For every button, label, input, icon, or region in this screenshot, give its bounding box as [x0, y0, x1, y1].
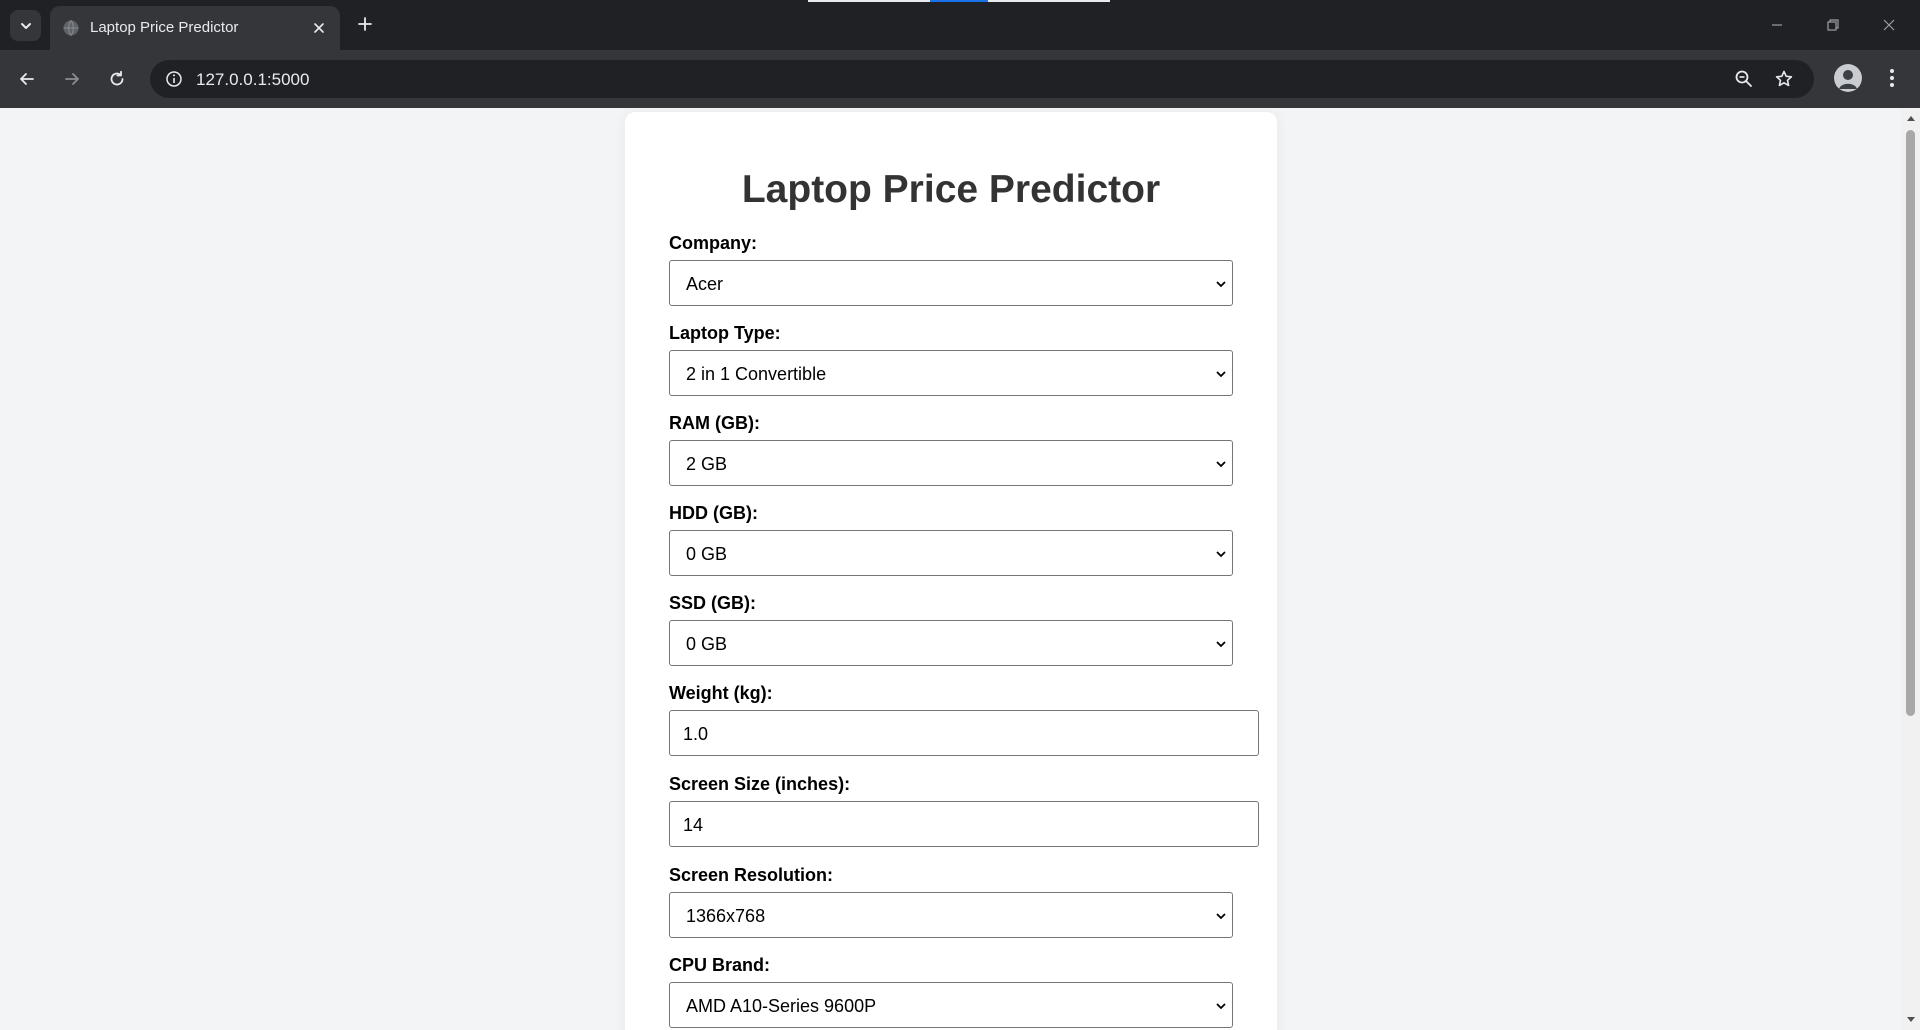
weight-input[interactable]: 1.0: [669, 710, 1259, 756]
chevron-down-icon: [1214, 457, 1228, 471]
chevron-down-icon: [1214, 999, 1228, 1013]
close-icon: [1883, 19, 1895, 31]
star-icon: [1775, 70, 1793, 87]
page-viewport: Laptop Price Predictor Company: Acer Lap…: [0, 108, 1920, 1030]
minimize-icon: [1772, 24, 1782, 26]
zoom-button[interactable]: [1732, 67, 1756, 91]
company-select-value: Acer: [686, 274, 724, 294]
predictor-form-card: Laptop Price Predictor Company: Acer Lap…: [625, 112, 1277, 1030]
close-window-button[interactable]: [1876, 12, 1902, 38]
weight-label: Weight (kg):: [669, 683, 773, 703]
avatar-icon: [1834, 64, 1862, 92]
hdd-select[interactable]: 0 GB: [669, 530, 1233, 576]
back-button[interactable]: [12, 64, 42, 94]
profile-avatar-button[interactable]: [1834, 64, 1862, 92]
laptop-type-select-value: 2 in 1 Convertible: [686, 364, 827, 384]
restore-icon: [1827, 19, 1839, 31]
hdd-select-value: 0 GB: [686, 544, 728, 564]
arrow-right-icon: [65, 73, 79, 85]
page-load-progress-fill: [930, 0, 988, 2]
browser-menu-button[interactable]: [1880, 64, 1904, 92]
ram-select[interactable]: 2 GB: [669, 440, 1233, 486]
cpu-brand-select[interactable]: AMD A10-Series 9600P: [669, 982, 1233, 1028]
url-text[interactable]: 127.0.0.1:5000: [196, 70, 309, 90]
screen-size-label: Screen Size (inches):: [669, 774, 851, 794]
screen-resolution-select-value: 1366x768: [686, 906, 766, 926]
cpu-brand-label: CPU Brand:: [669, 955, 771, 975]
bookmark-button[interactable]: [1772, 67, 1796, 91]
globe-icon: [63, 20, 79, 36]
company-select[interactable]: Acer: [669, 260, 1233, 306]
screen-size-input[interactable]: 14: [669, 801, 1259, 847]
zoom-out-icon: [1735, 70, 1752, 87]
reload-button[interactable]: [102, 64, 132, 94]
ssd-select-value: 0 GB: [686, 634, 728, 654]
more-vertical-icon: [1890, 69, 1894, 87]
forward-button[interactable]: [57, 64, 87, 94]
hdd-label: HDD (GB):: [669, 503, 758, 523]
cpu-brand-select-value: AMD A10-Series 9600P: [686, 996, 877, 1016]
reload-icon: [110, 70, 124, 86]
info-icon: [166, 71, 182, 87]
ssd-label: SSD (GB):: [669, 593, 756, 613]
page-title: Laptop Price Predictor: [741, 168, 1161, 211]
tab-close-button[interactable]: [308, 17, 330, 39]
plus-icon: [358, 17, 372, 31]
chevron-down-icon: [1214, 277, 1228, 291]
screen-resolution-select[interactable]: 1366x768: [669, 892, 1233, 938]
browser-toolbar: 127.0.0.1:5000: [0, 50, 1920, 108]
screen-size-input-value: 14: [683, 815, 704, 835]
minimize-button[interactable]: [1764, 12, 1790, 38]
chevron-down-icon: [1214, 547, 1228, 561]
close-icon: [314, 23, 324, 33]
new-tab-button[interactable]: [352, 11, 378, 37]
tab-title: Laptop Price Predictor: [90, 19, 239, 36]
screen-resolution-label: Screen Resolution:: [669, 865, 834, 885]
weight-input-value: 1.0: [683, 724, 709, 744]
chevron-down-icon: [20, 22, 31, 29]
ram-label: RAM (GB):: [669, 413, 760, 433]
laptop-type-select[interactable]: 2 in 1 Convertible: [669, 350, 1233, 396]
arrow-left-icon: [20, 73, 34, 85]
restore-button[interactable]: [1820, 12, 1846, 38]
chevron-down-icon: [1214, 367, 1228, 381]
scroll-down-button[interactable]: [1901, 1012, 1920, 1028]
ram-select-value: 2 GB: [686, 454, 728, 474]
triangle-up-icon: [1906, 116, 1915, 121]
tab-search-button[interactable]: [10, 10, 41, 41]
laptop-type-label: Laptop Type:: [669, 323, 781, 343]
chevron-down-icon: [1214, 637, 1228, 651]
scroll-up-button[interactable]: [1901, 110, 1920, 126]
browser-tab-strip: Laptop Price Predictor: [0, 0, 1920, 50]
ssd-select[interactable]: 0 GB: [669, 620, 1233, 666]
scrollbar-thumb[interactable]: [1906, 130, 1915, 716]
company-label: Company:: [669, 233, 758, 253]
page-scrollbar[interactable]: [1901, 108, 1920, 1030]
browser-tab-active[interactable]: Laptop Price Predictor: [50, 6, 340, 50]
address-bar[interactable]: 127.0.0.1:5000: [150, 60, 1814, 98]
chevron-down-icon: [1214, 909, 1228, 923]
triangle-down-icon: [1906, 1017, 1915, 1022]
site-info-button[interactable]: [162, 67, 186, 91]
